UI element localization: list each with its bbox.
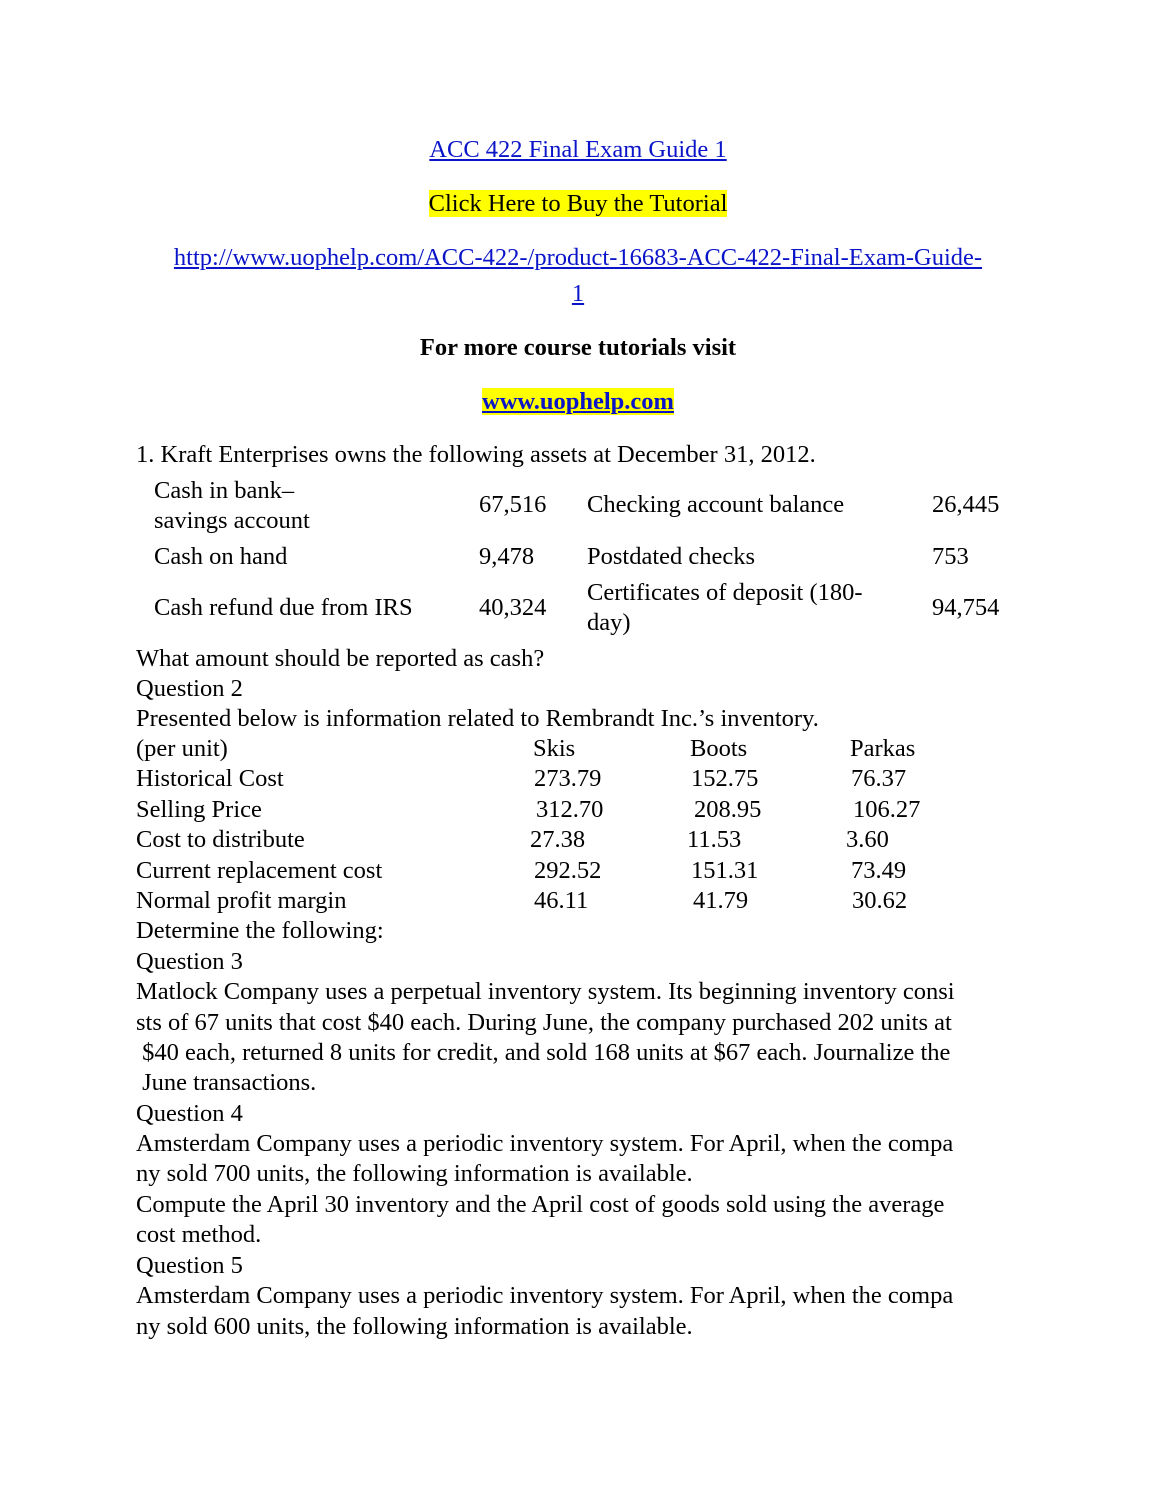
cell-value: 106.27 — [853, 796, 921, 823]
asset-value: 67,516 — [479, 491, 547, 518]
asset-label: Cash on hand — [154, 543, 288, 570]
asset-label: Cash in bank– — [154, 477, 295, 504]
url-line-1: http://www.uophelp.com/ACC-422-/product-… — [0, 244, 1156, 272]
column-header: Boots — [690, 735, 748, 762]
asset-value: 94,754 — [932, 594, 1000, 621]
row-label: Selling Price — [136, 796, 262, 823]
asset-label-cont: day) — [587, 609, 631, 636]
row-label: Current replacement cost — [136, 857, 383, 884]
cell-value: 27.38 — [530, 826, 586, 853]
column-header: Skis — [533, 735, 576, 762]
cell-value: 152.75 — [691, 765, 759, 792]
product-url-link[interactable]: http://www.uophelp.com/ACC-422-/product-… — [174, 244, 982, 271]
cell-value: 41.79 — [693, 887, 749, 914]
column-header: Parkas — [850, 735, 916, 762]
url-line-2: 1 — [0, 280, 1156, 308]
asset-value: 9,478 — [479, 543, 535, 570]
q4-text-line: Compute the April 30 inventory and the A… — [136, 1191, 945, 1218]
cell-value: 273.79 — [534, 765, 602, 792]
q5-text-line: Amsterdam Company uses a periodic invent… — [136, 1282, 954, 1309]
q4-text-line: ny sold 700 units, the following informa… — [136, 1160, 693, 1187]
asset-label: Checking account balance — [587, 491, 845, 518]
product-url-link-continued[interactable]: 1 — [572, 280, 584, 307]
cell-value: 30.62 — [852, 887, 908, 914]
row-label: Cost to distribute — [136, 826, 305, 853]
cell-value: 312.70 — [536, 796, 604, 823]
asset-value: 753 — [932, 543, 969, 570]
title-line: ACC 422 Final Exam Guide 1 — [0, 136, 1156, 164]
q5-heading: Question 5 — [136, 1252, 243, 1279]
q3-heading: Question 3 — [136, 948, 243, 975]
q2-closing: Determine the following: — [136, 917, 384, 944]
q4-text-line: Amsterdam Company uses a periodic invent… — [136, 1130, 954, 1157]
asset-value: 26,445 — [932, 491, 1000, 518]
cell-value: 11.53 — [687, 826, 742, 853]
buy-tutorial-link[interactable]: Click Here to Buy the Tutorial — [428, 190, 728, 217]
row-label: Normal profit margin — [136, 887, 347, 914]
asset-label: Cash refund due from IRS — [154, 594, 413, 621]
asset-label: Postdated checks — [587, 543, 756, 570]
buy-line: Click Here to Buy the Tutorial — [0, 190, 1156, 218]
q1-prompt: 1. Kraft Enterprises owns the following … — [136, 441, 816, 468]
q5-text-line: ny sold 600 units, the following informa… — [136, 1313, 693, 1340]
asset-label-cont: savings account — [154, 507, 310, 534]
asset-label: Certificates of deposit (180- — [587, 579, 863, 606]
cell-value: 292.52 — [534, 857, 602, 884]
q2-heading: Question 2 — [136, 675, 243, 702]
column-header: (per unit) — [136, 735, 228, 762]
q2-intro: Presented below is information related t… — [136, 705, 819, 732]
site-line: www.uophelp.com — [0, 388, 1156, 416]
asset-value: 40,324 — [479, 594, 547, 621]
cell-value: 76.37 — [851, 765, 907, 792]
cell-value: 208.95 — [694, 796, 762, 823]
more-tutorials-text: For more course tutorials visit — [419, 334, 737, 361]
q3-text-line: sts of 67 units that cost $40 each. Duri… — [136, 1009, 952, 1036]
q3-text-line: $40 each, returned 8 units for credit, a… — [136, 1039, 951, 1066]
q3-text-line: June transactions. — [136, 1069, 317, 1096]
q3-text-line: Matlock Company uses a perpetual invento… — [136, 978, 955, 1005]
cell-value: 3.60 — [846, 826, 889, 853]
cell-value: 46.11 — [534, 887, 589, 914]
cell-value: 73.49 — [851, 857, 907, 884]
q4-heading: Question 4 — [136, 1100, 243, 1127]
row-label: Historical Cost — [136, 765, 284, 792]
cell-value: 151.31 — [691, 857, 759, 884]
q1-question: What amount should be reported as cash? — [136, 645, 545, 672]
title-link[interactable]: ACC 422 Final Exam Guide 1 — [429, 136, 726, 163]
q4-text-line: cost method. — [136, 1221, 262, 1248]
site-link[interactable]: www.uophelp.com — [482, 388, 674, 415]
